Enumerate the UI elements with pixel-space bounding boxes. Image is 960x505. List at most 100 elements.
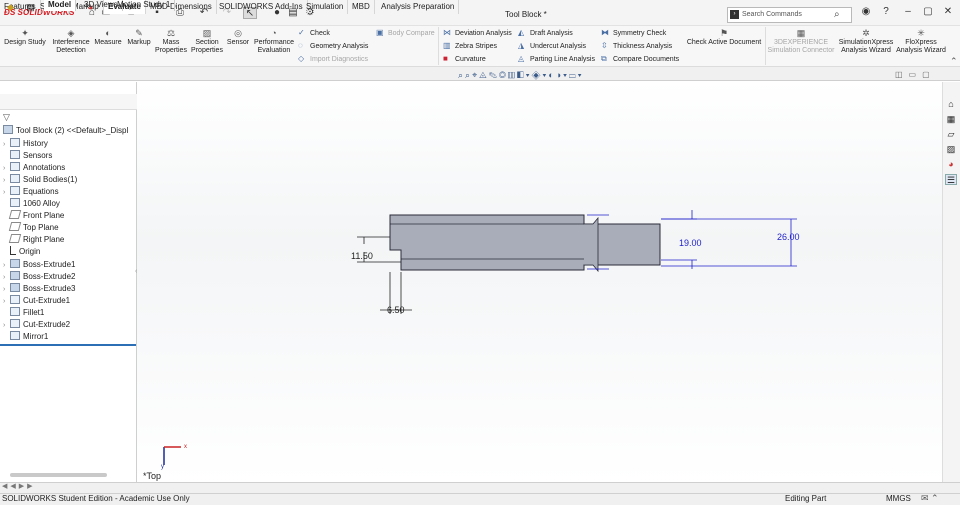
sensors-icon bbox=[10, 150, 20, 159]
dimension-19-00[interactable]: 19.00 bbox=[679, 238, 702, 248]
simulationxpress-button[interactable]: ✲ SimulationXpress Analysis Wizard bbox=[837, 28, 895, 55]
compare-documents-button[interactable]: ⧉ Compare Documents bbox=[601, 54, 679, 64]
parting-line-analysis-button[interactable]: ◬ Parting Line Analysis bbox=[518, 54, 595, 63]
rebuild-status-icon[interactable]: ✉ ⌃ bbox=[921, 493, 939, 504]
tree-item-equations[interactable]: › Equations bbox=[3, 186, 136, 198]
magnifier-icon[interactable]: ⌕ bbox=[834, 9, 840, 20]
check-button[interactable]: ✓ Check bbox=[298, 28, 330, 37]
undercut-analysis-button[interactable]: ◮ Undercut Analysis bbox=[518, 41, 586, 50]
tree-item-mirror1[interactable]: Mirror1 bbox=[3, 331, 136, 343]
tree-root[interactable]: Tool Block (2) <<Default>_Displ bbox=[3, 125, 136, 137]
property-manager-tab-icon[interactable]: ▤ bbox=[24, 2, 37, 13]
tab-analysis-preparation[interactable]: Analysis Preparation bbox=[377, 0, 460, 14]
interference-detection-button[interactable]: ◈ Interference Detection bbox=[50, 28, 92, 55]
tree-item-history[interactable]: › History bbox=[3, 138, 136, 150]
interference-icon: ◈ bbox=[67, 28, 75, 38]
search-commands-input[interactable]: › Search Commands ⌕ bbox=[727, 7, 852, 23]
help-icon[interactable]: ? bbox=[878, 6, 894, 20]
sensor-label: Sensor bbox=[226, 39, 250, 46]
zebra-stripes-label: Zebra Stripes bbox=[455, 43, 498, 50]
design-library-icon[interactable]: ▦ bbox=[945, 114, 957, 125]
panel-collapse-handle[interactable]: ‹ bbox=[135, 268, 137, 275]
tool-block-body[interactable] bbox=[389, 214, 661, 271]
tree-item-label: Cut-Extrude1 bbox=[23, 296, 71, 305]
feature-manager-tab-icon[interactable]: ◆ bbox=[4, 2, 17, 13]
dimension-11-50[interactable]: 11.50 bbox=[351, 251, 373, 261]
tab-scroll-arrows-icon[interactable]: ◀◀▶▶ bbox=[2, 482, 36, 490]
viewport-window-controls[interactable]: ◫▭▢ bbox=[895, 70, 936, 79]
check-active-document-button[interactable]: ⚑ Check Active Document bbox=[685, 28, 763, 47]
deviation-analysis-label: Deviation Analysis bbox=[455, 30, 512, 37]
mass-label-2: Properties bbox=[155, 47, 187, 54]
plane-icon bbox=[8, 234, 22, 243]
plane-icon bbox=[8, 222, 22, 231]
tree-item-boss-extrude1[interactable]: › Boss-Extrude1 bbox=[3, 259, 136, 271]
tree-item-origin[interactable]: Origin bbox=[3, 246, 136, 258]
check-icon: ✓ bbox=[298, 28, 305, 37]
filter-icon[interactable]: ▽ bbox=[3, 112, 133, 123]
tree-item-right-plane[interactable]: Right Plane bbox=[3, 234, 136, 246]
tree-item-cut-extrude1[interactable]: › Cut-Extrude1 bbox=[3, 295, 136, 307]
tree-item-fillet1[interactable]: Fillet1 bbox=[3, 307, 136, 319]
tab-mbd[interactable]: MBD bbox=[348, 0, 375, 14]
close-button[interactable]: ✕ bbox=[940, 6, 956, 20]
tree-item-sensors[interactable]: Sensors bbox=[3, 150, 136, 162]
dimension-6-50[interactable]: 6.50 bbox=[387, 305, 405, 315]
tab-solidworks-addins[interactable]: SOLIDWORKS Add-Ins bbox=[215, 0, 308, 14]
minimize-button[interactable]: – bbox=[900, 6, 916, 20]
mass-properties-button[interactable]: ⚖ Mass Properties bbox=[154, 28, 188, 55]
tree-item-annotations[interactable]: › Annotations bbox=[3, 162, 136, 174]
appearances-icon[interactable]: ◕ bbox=[945, 159, 957, 170]
zebra-stripes-button[interactable]: ▥ Zebra Stripes bbox=[443, 41, 497, 50]
thickness-analysis-icon: ⇳ bbox=[601, 41, 608, 50]
heads-up-view-toolbar[interactable]: ⌕⌕⌖◬✎◎▥◧▾◈▾◐◑▾▭▾ bbox=[458, 70, 584, 81]
tree-item-material[interactable]: 1060 Alloy bbox=[3, 198, 136, 210]
collapse-ribbon-icon[interactable]: ⌃ bbox=[950, 56, 958, 67]
simulation-connector-button[interactable]: ▦ 3DEXPERIENCE Simulation Connector bbox=[767, 28, 835, 55]
status-units[interactable]: MMGS bbox=[886, 494, 911, 503]
tab-simulation[interactable]: Simulation bbox=[302, 0, 349, 14]
view-orientation-label: *Top bbox=[143, 471, 162, 481]
tab-motion-study[interactable]: Motion Study 1 bbox=[113, 0, 176, 11]
rollback-bar[interactable] bbox=[0, 344, 136, 346]
custom-properties-icon[interactable]: ☰ bbox=[945, 174, 957, 185]
draft-analysis-button[interactable]: ◭ Draft Analysis bbox=[518, 28, 573, 37]
tree-item-boss-extrude3[interactable]: › Boss-Extrude3 bbox=[3, 283, 136, 295]
status-mode: Editing Part bbox=[785, 494, 827, 503]
section-properties-button[interactable]: ▨ Section Properties bbox=[190, 28, 224, 55]
design-study-button[interactable]: ✦ Design Study bbox=[3, 28, 47, 47]
simulationxpress-icon: ✲ bbox=[862, 28, 870, 38]
import-diagnostics-button[interactable]: ◇ Import Diagnostics bbox=[298, 54, 368, 63]
performance-label-1: Performance bbox=[253, 39, 295, 46]
groove-feature bbox=[584, 216, 599, 273]
tree-item-solid-bodies[interactable]: › Solid Bodies(1) bbox=[3, 174, 136, 186]
view-palette-icon[interactable]: ▨ bbox=[945, 144, 957, 155]
deviation-analysis-button[interactable]: ⋈ Deviation Analysis bbox=[443, 28, 512, 37]
mass-properties-icon: ⚖ bbox=[166, 28, 176, 38]
tree-item-boss-extrude2[interactable]: › Boss-Extrude2 bbox=[3, 271, 136, 283]
performance-evaluation-button[interactable]: ◔ Performance Evaluation bbox=[252, 28, 296, 55]
tree-item-front-plane[interactable]: Front Plane bbox=[3, 210, 136, 222]
tree-item-label: Boss-Extrude3 bbox=[23, 284, 76, 293]
floxpress-button[interactable]: ✳ FloXpress Analysis Wizard bbox=[895, 28, 947, 55]
solidworks-resources-icon[interactable]: ⌂ bbox=[945, 99, 957, 110]
tree-item-label: Top Plane bbox=[23, 223, 59, 232]
tree-item-cut-extrude2[interactable]: › Cut-Extrude2 bbox=[3, 319, 136, 331]
curvature-button[interactable]: ■ Curvature bbox=[443, 54, 486, 63]
measure-button[interactable]: ◐ Measure bbox=[93, 28, 123, 47]
body-compare-button[interactable]: ▣ Body Compare bbox=[376, 28, 435, 37]
file-explorer-icon[interactable]: ▱ bbox=[945, 129, 957, 140]
tree-item-top-plane[interactable]: Top Plane bbox=[3, 222, 136, 234]
symmetry-check-button[interactable]: ⧓ Symmetry Check bbox=[601, 28, 666, 37]
maximize-button[interactable]: ▢ bbox=[920, 6, 936, 20]
mass-label-1: Mass bbox=[162, 39, 180, 46]
account-icon[interactable]: ◉ bbox=[858, 6, 874, 20]
markup-button[interactable]: ✎ Markup bbox=[124, 28, 154, 47]
tab-model[interactable]: Model bbox=[44, 0, 77, 11]
thickness-analysis-button[interactable]: ⇳ Thickness Analysis bbox=[601, 41, 672, 50]
geometry-analysis-button[interactable]: ◌ Geometry Analysis bbox=[298, 41, 368, 50]
performance-icon: ◔ bbox=[271, 28, 277, 38]
dimension-26-00[interactable]: 26.00 bbox=[777, 232, 800, 242]
sensor-button[interactable]: ◎ Sensor bbox=[225, 28, 251, 47]
panel-horizontal-scrollbar[interactable] bbox=[10, 473, 107, 477]
